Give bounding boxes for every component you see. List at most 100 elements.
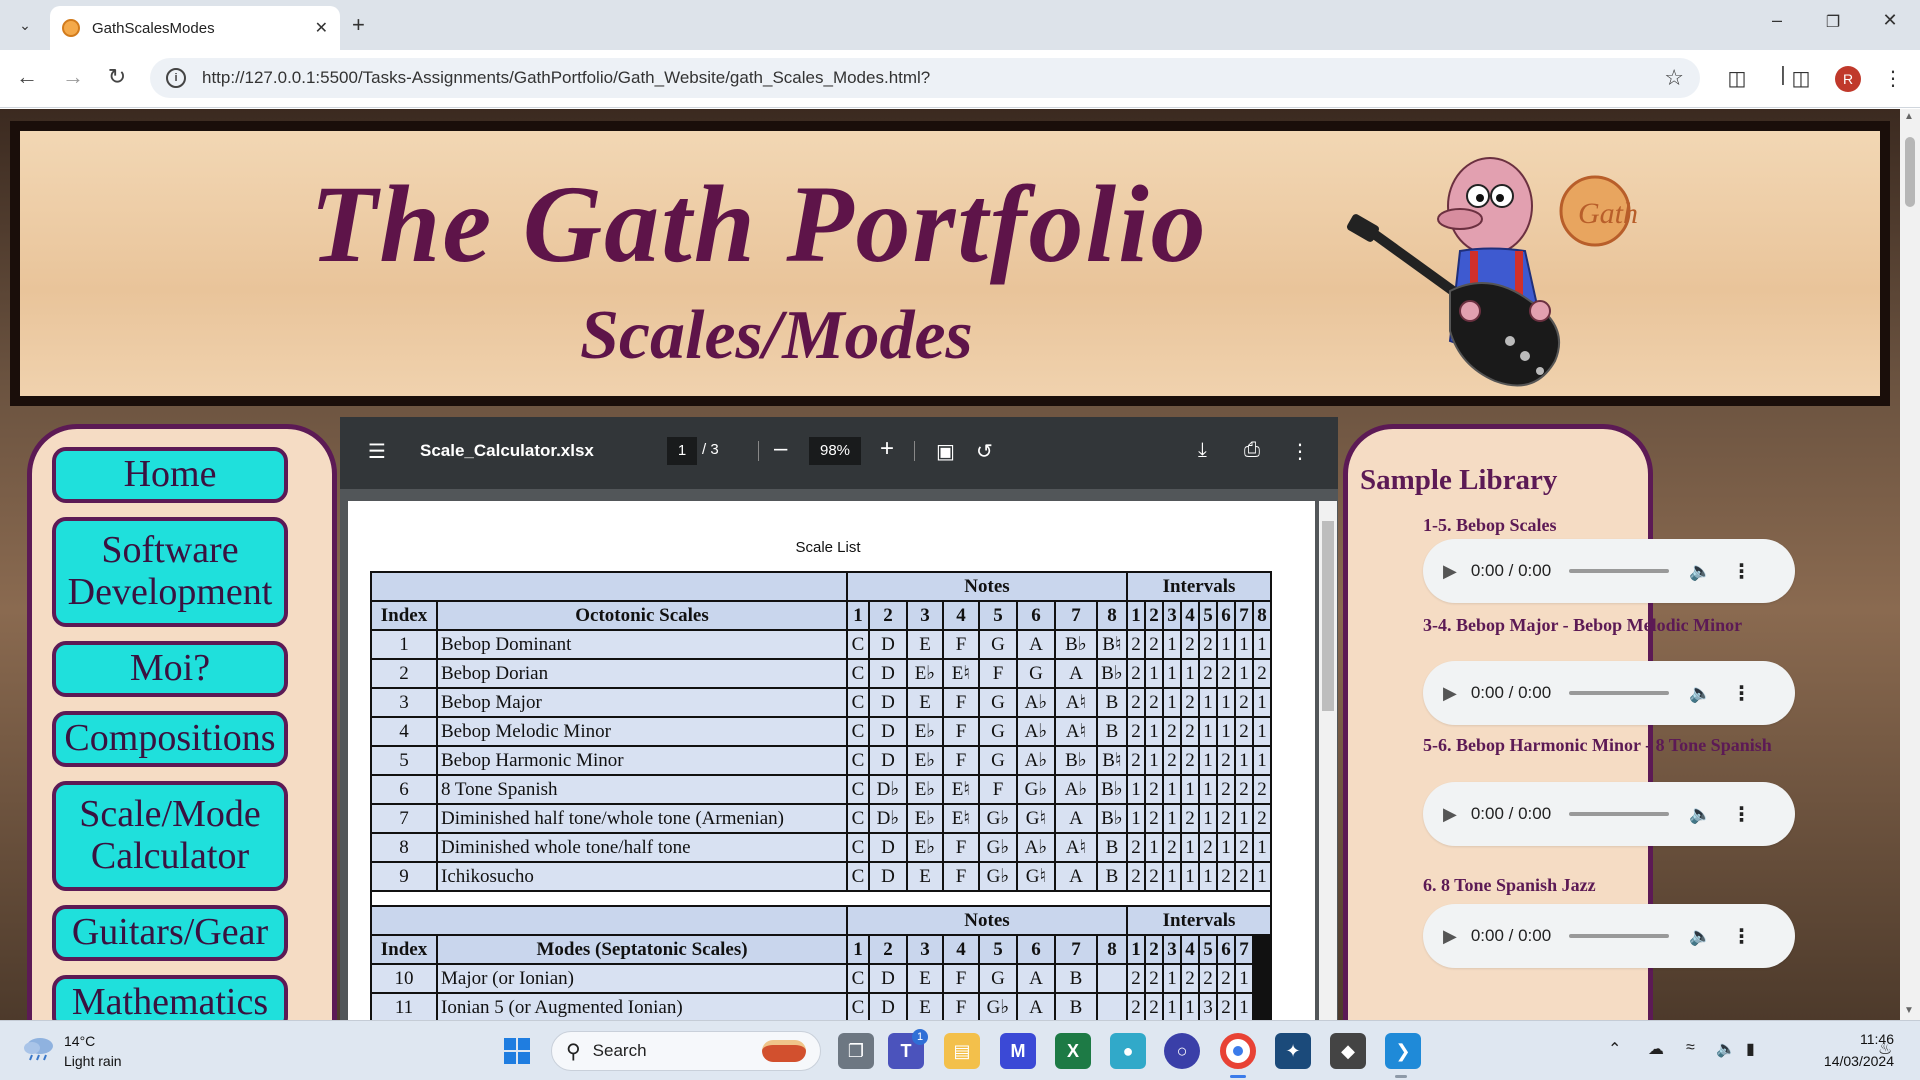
play-icon[interactable]: ▶ bbox=[1443, 561, 1457, 582]
audio-player[interactable]: ▶ 0:00 / 0:00 🔈 ⋮ bbox=[1423, 782, 1795, 846]
back-icon[interactable]: ← bbox=[12, 64, 42, 90]
audio-progress-slider[interactable] bbox=[1569, 569, 1670, 573]
forward-icon[interactable]: → bbox=[58, 64, 88, 90]
notification-bell-icon[interactable]: ♨ bbox=[1878, 1039, 1892, 1059]
audio-more-icon[interactable]: ⋮ bbox=[1732, 559, 1752, 584]
note-cell: A♮ bbox=[1054, 832, 1098, 863]
taskbar-search[interactable]: ⚲ Search bbox=[551, 1031, 821, 1071]
url-text[interactable]: http://127.0.0.1:5500/Tasks-Assignments/… bbox=[202, 68, 1664, 88]
address-bar[interactable]: i http://127.0.0.1:5500/Tasks-Assignment… bbox=[150, 58, 1700, 98]
interval-cell: 1 bbox=[1144, 832, 1164, 863]
nav-scale-mode-calculator-button[interactable]: Scale/Mode Calculator bbox=[52, 781, 288, 891]
note-cell: G bbox=[978, 629, 1018, 660]
volume-icon[interactable]: 🔈 bbox=[1716, 1039, 1736, 1059]
download-icon[interactable]: ⤓ bbox=[1198, 439, 1207, 462]
tab-close-icon[interactable]: ✕ bbox=[315, 18, 328, 38]
note-cell: G♭ bbox=[978, 832, 1018, 863]
zoom-in-icon[interactable]: + bbox=[880, 435, 894, 463]
task-view-icon[interactable]: ❐ bbox=[838, 1033, 874, 1069]
scroll-down-icon[interactable]: ▼ bbox=[1904, 1005, 1914, 1016]
code-editor-icon[interactable]: M bbox=[1000, 1033, 1036, 1069]
extensions-icon[interactable]: ◫ bbox=[1722, 66, 1752, 91]
restore-icon[interactable]: ❐ bbox=[1813, 12, 1853, 32]
start-button[interactable] bbox=[504, 1038, 530, 1064]
interval-cell: 2 bbox=[1180, 687, 1200, 718]
intervals-group-header: Intervals bbox=[1126, 905, 1272, 936]
wifi-icon[interactable]: ≈ bbox=[1686, 1039, 1695, 1057]
chrome-icon[interactable] bbox=[1220, 1033, 1256, 1069]
note-cell: B♭ bbox=[1096, 774, 1128, 805]
nav-moi-button[interactable]: Moi? bbox=[52, 641, 288, 697]
volume-icon[interactable]: 🔈 bbox=[1689, 683, 1711, 704]
nav-compositions-button[interactable]: Compositions bbox=[52, 711, 288, 767]
interval-cell: 2 bbox=[1144, 629, 1164, 660]
play-icon[interactable]: ▶ bbox=[1443, 804, 1457, 825]
audio-player[interactable]: ▶ 0:00 / 0:00 🔈 ⋮ bbox=[1423, 904, 1795, 968]
tab-search-button[interactable]: ⌄ bbox=[10, 10, 40, 40]
pdf-scroll-thumb[interactable] bbox=[1322, 521, 1334, 711]
pdf-more-icon[interactable]: ⋮ bbox=[1290, 439, 1310, 464]
volume-icon[interactable]: 🔈 bbox=[1689, 926, 1711, 947]
interval-cell: 1 bbox=[1180, 774, 1200, 805]
audio-progress-slider[interactable] bbox=[1569, 812, 1670, 816]
side-panel-icon[interactable]: ◫ bbox=[1786, 66, 1816, 91]
profile-avatar[interactable]: R bbox=[1835, 66, 1861, 92]
pdf-page-input[interactable]: 1 bbox=[667, 437, 697, 465]
nav-mathematics-button[interactable]: Mathematics bbox=[52, 975, 288, 1020]
app-icon[interactable]: ◆ bbox=[1330, 1033, 1366, 1069]
interval-cell: 2 bbox=[1234, 861, 1254, 892]
interval-column-header: 1 bbox=[1126, 934, 1146, 965]
rain-cloud-icon[interactable] bbox=[22, 1035, 56, 1061]
reload-icon[interactable]: ↻ bbox=[102, 64, 132, 90]
new-tab-button[interactable]: + bbox=[352, 12, 365, 38]
excel-icon[interactable]: X bbox=[1055, 1033, 1091, 1069]
nav-software-development-button[interactable]: Software Development bbox=[52, 517, 288, 627]
weather-temperature[interactable]: 14°C bbox=[64, 1033, 95, 1049]
site-info-icon[interactable]: i bbox=[166, 68, 186, 88]
vscode-icon[interactable]: ❯ bbox=[1385, 1033, 1421, 1069]
file-explorer-icon[interactable]: ▤ bbox=[944, 1033, 980, 1069]
nav-guitars-gear-button[interactable]: Guitars/Gear bbox=[52, 905, 288, 961]
interval-cell: 1 bbox=[1252, 861, 1272, 892]
note-cell: E bbox=[906, 861, 944, 892]
audio-progress-slider[interactable] bbox=[1569, 691, 1670, 695]
battery-icon[interactable]: ▮ bbox=[1746, 1039, 1755, 1059]
print-icon[interactable]: ⎙ bbox=[1244, 439, 1260, 462]
rotate-icon[interactable]: ↺ bbox=[976, 439, 993, 464]
pdf-menu-icon[interactable]: ☰ bbox=[368, 439, 386, 464]
interval-column-header: 3 bbox=[1162, 600, 1182, 631]
app-icon[interactable]: ✦ bbox=[1275, 1033, 1311, 1069]
page-scroll-thumb[interactable] bbox=[1905, 137, 1915, 207]
interval-cell: 2 bbox=[1234, 716, 1254, 747]
app-icon[interactable]: ● bbox=[1110, 1033, 1146, 1069]
zoom-out-icon[interactable]: – bbox=[774, 435, 787, 463]
window-close-icon[interactable]: ✕ bbox=[1870, 10, 1910, 31]
interval-cell: 2 bbox=[1162, 832, 1182, 863]
audio-player[interactable]: ▶ 0:00 / 0:00 🔈 ⋮ bbox=[1423, 661, 1795, 725]
volume-icon[interactable]: 🔈 bbox=[1689, 804, 1711, 825]
tab-title: GathScalesModes bbox=[92, 19, 215, 37]
audio-more-icon[interactable]: ⋮ bbox=[1732, 924, 1752, 949]
minimize-icon[interactable]: – bbox=[1757, 10, 1797, 31]
browser-app-icon[interactable]: ○ bbox=[1164, 1033, 1200, 1069]
browser-menu-icon[interactable]: ⋮ bbox=[1878, 66, 1908, 91]
play-icon[interactable]: ▶ bbox=[1443, 683, 1457, 704]
audio-player[interactable]: ▶ 0:00 / 0:00 🔈 ⋮ bbox=[1423, 539, 1795, 603]
page-scrollbar[interactable]: ▲ ▼ bbox=[1900, 109, 1920, 1020]
fit-page-icon[interactable]: ▣ bbox=[936, 439, 955, 464]
interval-cell: 2 bbox=[1144, 992, 1164, 1020]
scroll-up-icon[interactable]: ▲ bbox=[1904, 111, 1914, 122]
pdf-scrollbar[interactable] bbox=[1319, 501, 1337, 1020]
active-tab[interactable]: GathScalesModes ✕ bbox=[50, 6, 340, 50]
play-icon[interactable]: ▶ bbox=[1443, 926, 1457, 947]
onedrive-icon[interactable]: ☁ bbox=[1648, 1039, 1664, 1059]
show-hidden-icons-icon[interactable]: ⌃ bbox=[1608, 1039, 1621, 1059]
pdf-zoom-input[interactable]: 98% bbox=[809, 437, 861, 465]
audio-more-icon[interactable]: ⋮ bbox=[1732, 681, 1752, 706]
bookmark-star-icon[interactable]: ☆ bbox=[1664, 65, 1684, 91]
weather-description[interactable]: Light rain bbox=[64, 1053, 122, 1069]
audio-progress-slider[interactable] bbox=[1569, 934, 1670, 938]
volume-icon[interactable]: 🔈 bbox=[1689, 561, 1711, 582]
nav-home-button[interactable]: Home bbox=[52, 447, 288, 503]
audio-more-icon[interactable]: ⋮ bbox=[1732, 802, 1752, 827]
